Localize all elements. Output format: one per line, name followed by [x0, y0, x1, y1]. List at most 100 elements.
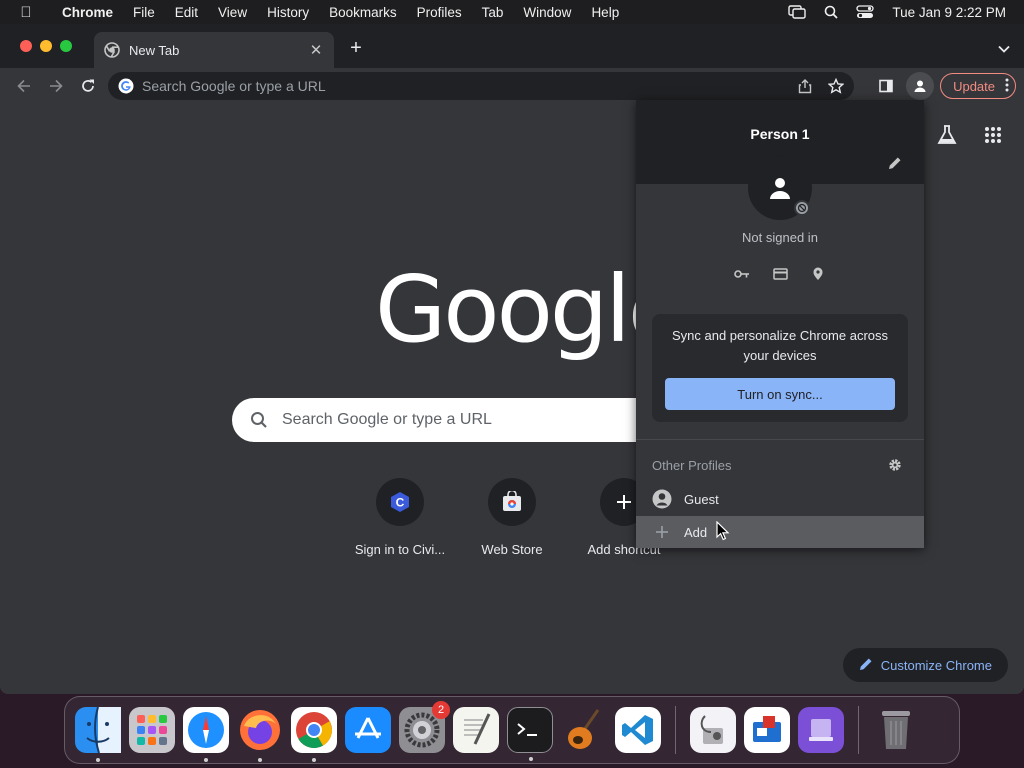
tab-title: New Tab — [129, 42, 180, 58]
system-settings-icon[interactable]: 2 — [399, 701, 450, 753]
running-indicator — [529, 757, 533, 761]
address-location-pin-icon[interactable] — [808, 264, 828, 284]
menu-history[interactable]: History — [257, 5, 319, 20]
sign-in-status: Not signed in — [742, 230, 818, 245]
edit-profile-pencil-icon[interactable] — [888, 156, 902, 170]
apple-menu-icon[interactable]:  — [0, 4, 52, 21]
sync-promo-text: Sync and personalize Chrome across your … — [671, 328, 889, 363]
finder-icon[interactable] — [75, 707, 121, 762]
toolbar-right-group: Update — [872, 72, 1016, 100]
guest-avatar-icon — [652, 489, 672, 509]
macos-menu-bar:  Chrome File Edit View History Bookmark… — [0, 0, 1024, 24]
tab-strip: New Tab ✕ + — [0, 24, 1024, 68]
vscode-icon[interactable] — [615, 707, 661, 753]
other-profiles-heading: Other Profiles — [652, 458, 732, 473]
profile-name: Person 1 — [750, 126, 810, 142]
sync-promo-card: Sync and personalize Chrome across your … — [652, 314, 908, 422]
labs-flask-icon[interactable] — [936, 124, 958, 151]
svg-text:C: C — [396, 496, 405, 510]
textedit-icon[interactable] — [453, 707, 499, 753]
shortcut-tile[interactable]: C Sign in to Civi... — [344, 478, 456, 557]
guest-profile-item[interactable]: Guest — [636, 483, 924, 515]
shortcut-label: Sign in to Civi... — [354, 542, 446, 557]
trash-icon[interactable] — [873, 707, 919, 753]
macos-dock: 2 — [64, 696, 960, 764]
turn-on-sync-button[interactable]: Turn on sync... — [665, 378, 895, 410]
spotlight-search-icon[interactable] — [824, 5, 839, 19]
add-label: Add — [684, 524, 708, 540]
ntp-search-placeholder: Search Google or type a URL — [282, 411, 492, 428]
menu-edit[interactable]: Edit — [165, 5, 208, 20]
address-bar[interactable]: Search Google or type a URL — [108, 72, 854, 100]
ntp-header-icons — [936, 124, 1002, 151]
tab-new-tab[interactable]: New Tab ✕ — [94, 32, 334, 68]
more-vert-icon — [1005, 78, 1009, 95]
guest-label: Guest — [684, 491, 719, 507]
menu-window[interactable]: Window — [513, 5, 581, 20]
payment-card-icon[interactable] — [770, 264, 790, 284]
menu-view[interactable]: View — [208, 5, 257, 20]
google-apps-grid-icon[interactable] — [984, 126, 1002, 149]
app-store-icon[interactable] — [345, 707, 391, 753]
close-tab-icon[interactable]: ✕ — [308, 41, 324, 59]
share-icon[interactable] — [798, 78, 812, 94]
tab-search-chevron-icon[interactable] — [998, 40, 1010, 58]
shortcut-label: Web Store — [481, 542, 543, 557]
menubar-clock[interactable]: Tue Jan 9 2:22 PM — [892, 5, 1006, 20]
forward-button[interactable] — [42, 72, 70, 100]
migration-assistant-icon[interactable] — [744, 707, 790, 753]
passwords-key-icon[interactable] — [732, 264, 752, 284]
screen-mirroring-icon[interactable] — [788, 5, 807, 19]
add-profile-item[interactable]: Add — [636, 516, 924, 548]
running-indicator — [312, 758, 316, 762]
reload-button[interactable] — [74, 72, 102, 100]
running-indicator — [96, 758, 100, 762]
minimize-window-button[interactable] — [40, 40, 52, 52]
search-icon — [250, 411, 268, 429]
menu-file[interactable]: File — [123, 5, 165, 20]
terminal-icon[interactable] — [507, 707, 553, 761]
menubar-status-area: Tue Jan 9 2:22 PM — [788, 5, 1024, 20]
settings-notification-badge: 2 — [432, 701, 450, 719]
new-tab-button[interactable]: + — [346, 38, 366, 58]
window-controls — [20, 40, 72, 52]
dock-separator — [675, 706, 676, 754]
garageband-icon[interactable] — [561, 707, 607, 753]
mouse-pointer-icon — [716, 520, 730, 546]
profile-avatar-button[interactable] — [906, 72, 935, 100]
safari-icon[interactable] — [183, 707, 229, 762]
customize-chrome-button[interactable]: Customize Chrome — [842, 648, 1008, 682]
zoom-window-button[interactable] — [60, 40, 72, 52]
google-g-icon — [118, 78, 134, 94]
close-window-button[interactable] — [20, 40, 32, 52]
chrome-dock-icon[interactable] — [291, 707, 337, 762]
address-bar-placeholder: Search Google or type a URL — [142, 78, 326, 94]
back-button[interactable] — [10, 72, 38, 100]
control-center-icon[interactable] — [856, 5, 875, 19]
menu-app-name[interactable]: Chrome — [52, 5, 123, 20]
profile-menu-divider — [636, 439, 924, 440]
side-panel-icon[interactable] — [872, 72, 900, 100]
bookmark-star-icon[interactable] — [828, 78, 844, 94]
sync-paused-badge-icon — [794, 200, 810, 216]
web-store-icon — [488, 478, 536, 526]
profile-menu-popup: Person 1 Not signed in Sync and personal… — [636, 100, 924, 548]
menu-tab[interactable]: Tab — [472, 5, 514, 20]
menu-profiles[interactable]: Profiles — [407, 5, 472, 20]
update-button[interactable]: Update — [940, 73, 1016, 99]
archive-utility-icon[interactable] — [798, 707, 844, 753]
firefox-icon[interactable] — [237, 707, 283, 762]
menu-help[interactable]: Help — [581, 5, 629, 20]
launchpad-icon[interactable] — [129, 707, 175, 753]
shortcut-civi-icon: C — [376, 478, 424, 526]
update-button-label: Update — [953, 78, 995, 94]
menu-bookmarks[interactable]: Bookmarks — [319, 5, 407, 20]
chrome-favicon-icon — [104, 42, 120, 58]
autofill-quick-links — [732, 264, 828, 284]
disk-utility-icon[interactable] — [690, 707, 736, 753]
running-indicator — [204, 758, 208, 762]
manage-profiles-gear-icon[interactable] — [888, 458, 902, 472]
browser-toolbar: Search Google or type a URL Update — [0, 68, 1024, 104]
customize-chrome-label: Customize Chrome — [880, 657, 992, 673]
shortcut-tile[interactable]: Web Store — [456, 478, 568, 557]
